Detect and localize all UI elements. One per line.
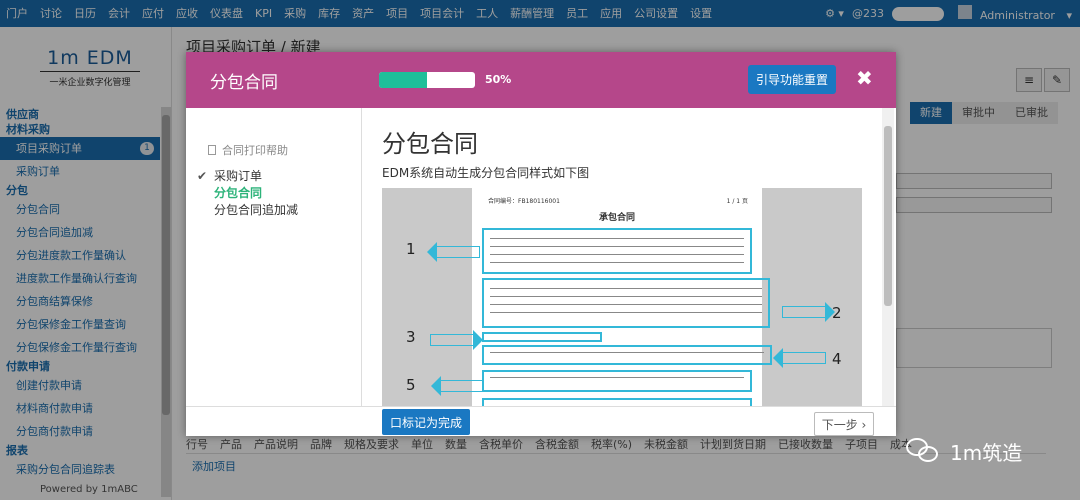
guide-step-item[interactable]: ✔ 采购订单 bbox=[197, 168, 298, 185]
modal-footer: 口标记为完成 下一步 › bbox=[186, 406, 896, 436]
guide-modal: 分包合同 50% 引导功能重置 ✖ 合同打印帮助 ✔ 采购订单 分包合同 分包合同追加… bbox=[186, 52, 896, 436]
highlight-box-parties bbox=[482, 228, 752, 274]
progress-label: 50% bbox=[485, 73, 512, 86]
contract-doc-title: 承包合同 bbox=[598, 213, 635, 223]
callout-1: 1 bbox=[406, 240, 416, 258]
modal-header: 分包合同 50% 引导功能重置 ✖ bbox=[186, 52, 896, 108]
guide-step-label: 分包合同 bbox=[214, 186, 263, 200]
highlight-box-warranty bbox=[482, 370, 752, 392]
guide-steps: ✔ 采购订单分包合同分包合同追加减 bbox=[197, 168, 298, 219]
guide-step-label: 分包合同追加减 bbox=[214, 203, 299, 217]
guide-step-item[interactable]: 分包合同追加减 bbox=[214, 202, 298, 219]
highlight-box-payment bbox=[482, 345, 772, 365]
highlight-box-progress bbox=[482, 398, 752, 406]
scrollbar-thumb[interactable] bbox=[884, 126, 892, 306]
document-icon bbox=[208, 145, 216, 155]
watermark: 1m筑造 bbox=[906, 436, 1022, 466]
guide-step-item[interactable]: 分包合同 bbox=[214, 185, 298, 202]
reset-guide-button[interactable]: 引导功能重置 bbox=[748, 65, 836, 94]
print-help-link[interactable]: 合同打印帮助 bbox=[208, 142, 288, 158]
progress-fill bbox=[379, 72, 427, 88]
guide-nav-panel: 合同打印帮助 ✔ 采购订单分包合同分包合同追加减 bbox=[186, 108, 362, 406]
callout-arrow-3 bbox=[430, 330, 483, 350]
callout-5: 5 bbox=[406, 376, 416, 394]
callout-arrow-5 bbox=[431, 376, 484, 396]
guide-step-label: 采购订单 bbox=[214, 169, 263, 183]
progress-bar bbox=[379, 72, 475, 88]
highlight-box-scope bbox=[482, 278, 770, 328]
content-title: 分包合同 bbox=[382, 130, 478, 158]
callout-arrow-4 bbox=[773, 348, 826, 368]
mark-complete-button[interactable]: 口标记为完成 bbox=[382, 409, 470, 435]
next-step-button[interactable]: 下一步 › bbox=[814, 412, 874, 436]
guide-content: 分包合同 EDM系统自动生成分包合同样式如下图 合同编号：FB180116001… bbox=[364, 108, 882, 406]
contract-paper: 合同编号：FB180116001 1 / 1 页 承包合同 bbox=[472, 188, 772, 406]
content-scrollbar[interactable] bbox=[882, 108, 894, 406]
callout-arrow-1 bbox=[427, 242, 480, 262]
contract-number: 合同编号：FB180116001 bbox=[488, 198, 560, 205]
callout-3: 3 bbox=[406, 328, 416, 346]
callout-4: 4 bbox=[832, 350, 842, 368]
close-icon[interactable]: ✖ bbox=[856, 66, 873, 90]
callout-arrow-2 bbox=[782, 302, 835, 322]
content-description: EDM系统自动生成分包合同样式如下图 bbox=[382, 166, 590, 180]
contract-page: 1 / 1 页 bbox=[726, 198, 748, 205]
contract-preview: 合同编号：FB180116001 1 / 1 页 承包合同 1 2 3 4 5 bbox=[382, 188, 862, 406]
check-icon: ✔ bbox=[197, 169, 208, 183]
wechat-icon bbox=[906, 436, 942, 466]
watermark-text: 1m筑造 bbox=[950, 440, 1023, 465]
modal-title: 分包合同 bbox=[210, 73, 278, 93]
highlight-box-content bbox=[482, 332, 602, 342]
